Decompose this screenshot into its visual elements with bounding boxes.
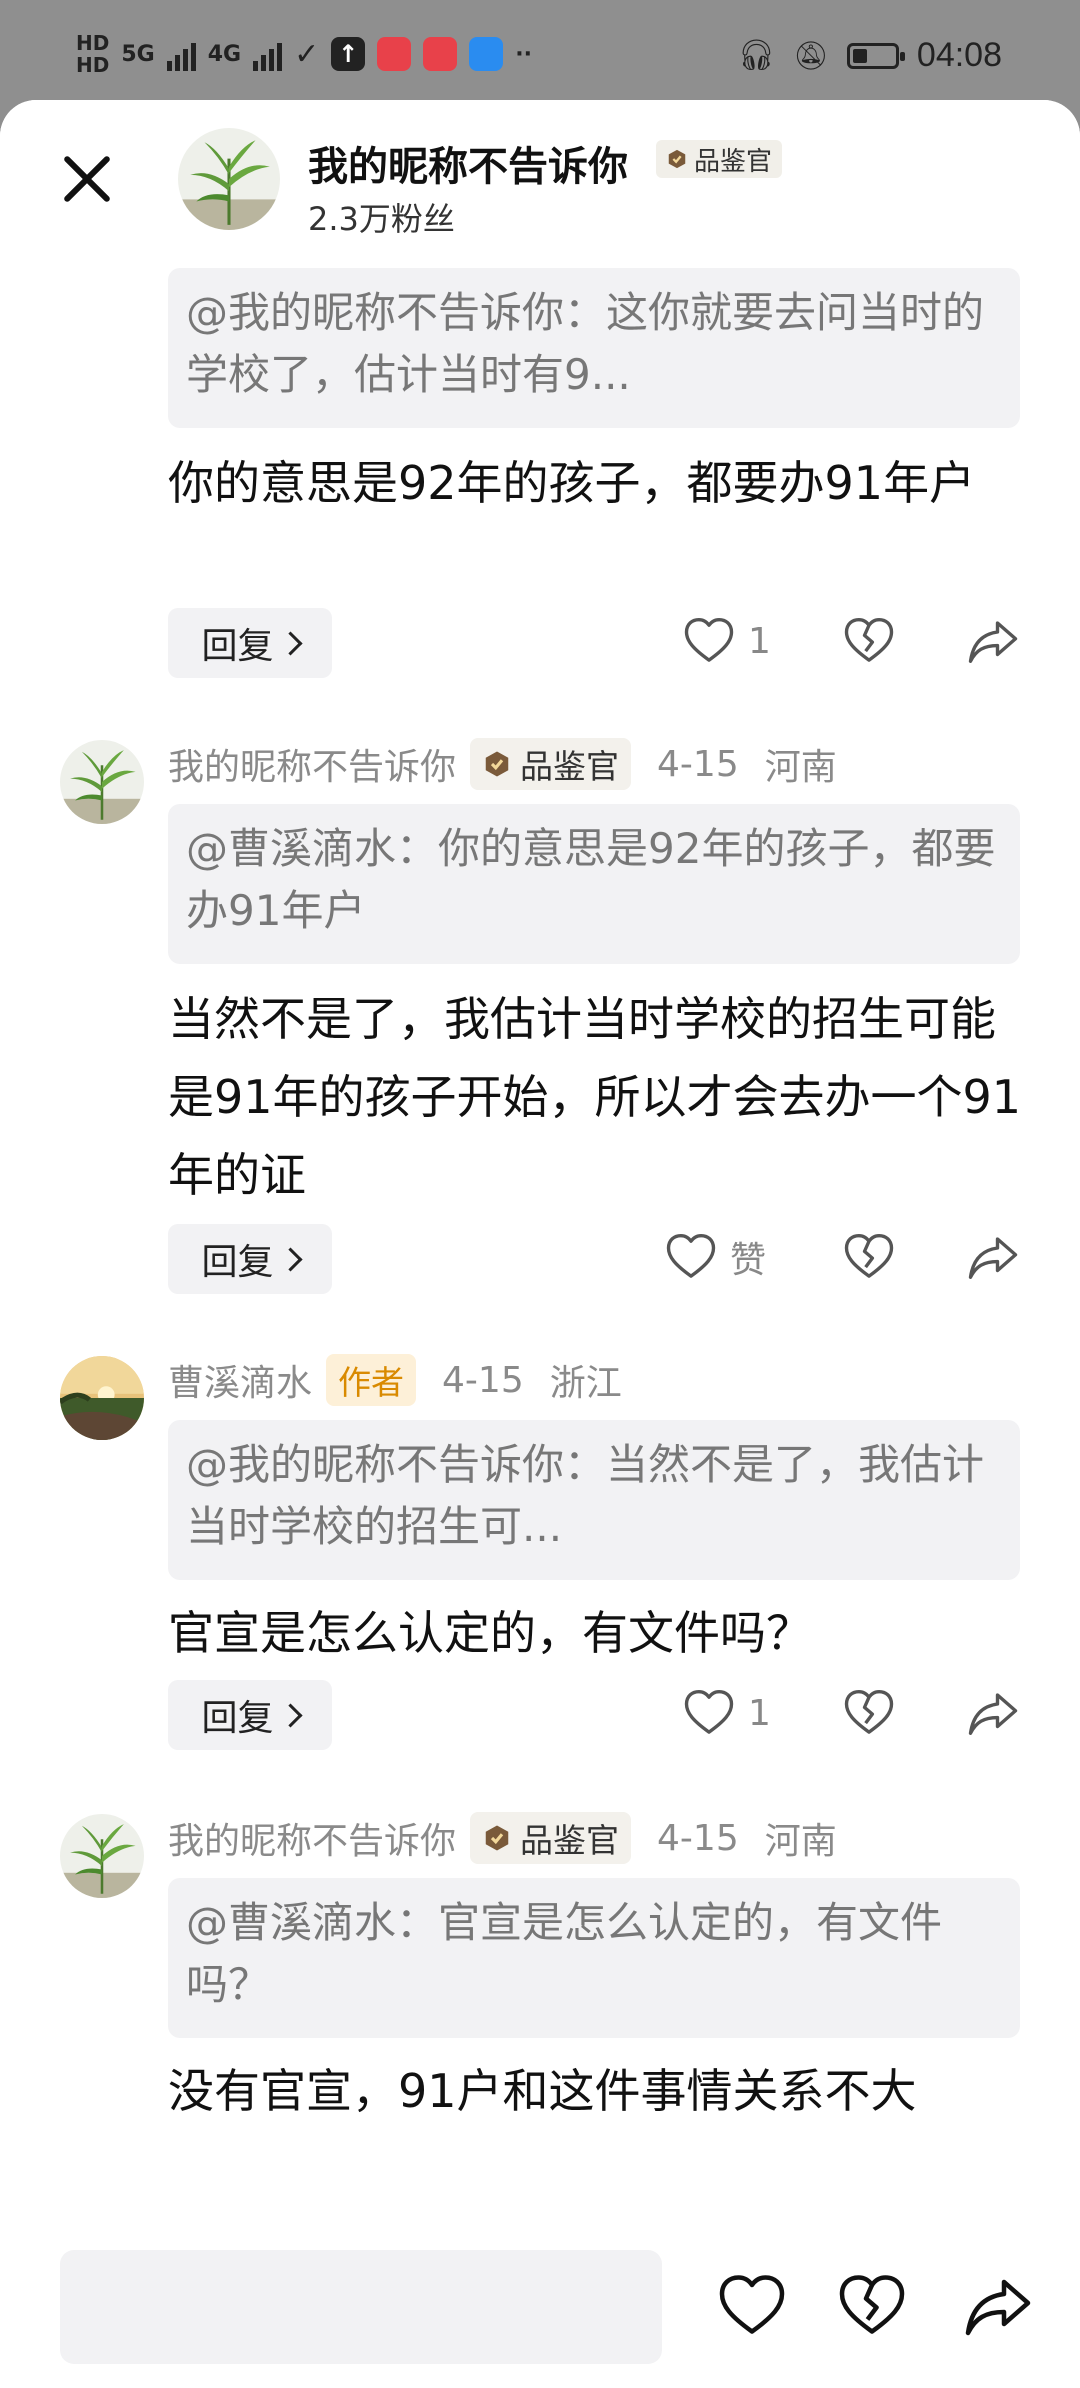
wifi-icon: ✓ xyxy=(294,36,320,72)
comment-location: 河南 xyxy=(764,1821,837,1862)
comment-meta: 曹溪滴水 作者 4-15 浙江 xyxy=(168,1354,622,1406)
signal-icon-2 xyxy=(253,37,283,71)
share-icon[interactable] xyxy=(966,614,1020,668)
comment-date: 4-15 xyxy=(442,1359,524,1401)
quoted-reply: @曹溪滴水：你的意思是92年的孩子，都要办91年户 xyxy=(168,804,1020,964)
comment-input-bar xyxy=(0,2230,1080,2388)
connoisseur-badge: 品鉴官 xyxy=(470,1812,632,1864)
comment-meta: 我的昵称不告诉你 品鉴官 4-15 河南 xyxy=(168,738,837,790)
like-count: 1 xyxy=(748,620,771,662)
avatar[interactable] xyxy=(178,128,280,230)
more-dots-icon: ·· xyxy=(515,41,532,67)
dislike-icon[interactable] xyxy=(842,614,896,668)
battery-icon xyxy=(846,42,905,69)
comment-input[interactable] xyxy=(60,2250,662,2364)
author-badge: 作者 xyxy=(326,1354,417,1406)
connoisseur-badge: 品鉴官 xyxy=(656,140,783,178)
hd-indicator: HD HD xyxy=(76,32,109,76)
status-left: HD HD 5G 4G ✓ ↑ ·· xyxy=(76,32,532,76)
like-button[interactable]: 1 xyxy=(682,1686,771,1740)
chevron-right-icon xyxy=(277,630,303,656)
chevron-right-icon xyxy=(277,1702,303,1728)
share-icon[interactable] xyxy=(962,2270,1034,2342)
comment-text: 官宣是怎么认定的，有文件吗？ xyxy=(168,1606,812,1660)
headphone-icon: 🎧︎ xyxy=(737,38,776,73)
heart-icon xyxy=(682,1686,736,1740)
commenter-name[interactable]: 曹溪滴水 xyxy=(168,1354,312,1406)
mute-bell-icon: 🔕︎ xyxy=(793,39,829,72)
heart-icon[interactable] xyxy=(716,2270,788,2342)
badge-label: 品鉴官 xyxy=(520,747,620,786)
chevron-right-icon xyxy=(277,1246,303,1272)
comment-text: 没有官宣，91户和这件事情关系不大 xyxy=(168,2064,917,2118)
quoted-reply: @我的昵称不告诉你：这你就要去问当时的学校了，估计当时有9... xyxy=(168,268,1020,428)
store-app-icon xyxy=(469,37,504,71)
like-count: 1 xyxy=(748,1692,771,1734)
hd-label-2: HD xyxy=(76,53,110,77)
network-5g: 5G xyxy=(121,41,155,67)
reply-button[interactable]: 回复 xyxy=(168,1680,332,1750)
status-right: 🎧︎ 🔕︎ 04:08 xyxy=(737,36,1002,75)
reply-label: 回复 xyxy=(201,1698,274,1739)
avatar[interactable] xyxy=(60,1814,144,1898)
signal-icon xyxy=(166,37,196,71)
comments-sheet: 我的昵称不告诉你 品鉴官 2.3万粉丝 @我的昵称不告诉你：这你就要去问当时的学… xyxy=(0,100,1080,2388)
dislike-icon[interactable] xyxy=(842,1230,896,1284)
quoted-reply: @我的昵称不告诉你：当然不是了，我估计当时学校的招生可... xyxy=(168,1420,1020,1580)
like-button[interactable]: 1 xyxy=(682,614,771,668)
avatar[interactable] xyxy=(60,1356,144,1440)
badge-label: 品鉴官 xyxy=(520,1821,620,1860)
comment-location: 浙江 xyxy=(549,1363,622,1404)
dislike-icon[interactable] xyxy=(836,2270,908,2342)
hd-label-1: HD xyxy=(76,31,110,55)
reply-label: 回复 xyxy=(201,1242,274,1283)
comment-text: 当然不是了，我估计当时学校的招生可能是91年的孩子开始，所以才会去办一个91年的… xyxy=(168,992,1022,1202)
comment-date: 4-15 xyxy=(657,743,739,785)
fan-count: 2.3万粉丝 xyxy=(308,200,455,238)
comment-text: 你的意思是92年的孩子，都要办91年户 xyxy=(168,456,976,510)
like-button[interactable]: 赞 xyxy=(664,1230,766,1284)
close-icon[interactable] xyxy=(52,144,122,214)
badge-label: 品鉴官 xyxy=(694,146,773,177)
dislike-icon[interactable] xyxy=(842,1686,896,1740)
commenter-name[interactable]: 我的昵称不告诉你 xyxy=(168,738,456,790)
clock: 04:08 xyxy=(916,36,1002,74)
book-app-icon xyxy=(423,37,458,71)
heart-icon xyxy=(664,1230,718,1284)
avatar[interactable] xyxy=(60,740,144,824)
comment-location: 河南 xyxy=(764,747,837,788)
comment-date: 4-15 xyxy=(657,1817,739,1859)
reply-button[interactable]: 回复 xyxy=(168,608,332,678)
heart-icon xyxy=(682,614,736,668)
badge-icon xyxy=(482,749,512,779)
upload-icon: ↑ xyxy=(331,37,366,71)
share-icon[interactable] xyxy=(966,1686,1020,1740)
status-bar: HD HD 5G 4G ✓ ↑ ·· 🎧︎ 🔕︎ 04:08 xyxy=(0,0,1080,110)
reply-button[interactable]: 回复 xyxy=(168,1224,332,1294)
badge-icon xyxy=(482,1823,512,1853)
network-4g: 4G xyxy=(207,41,242,67)
comment-meta: 我的昵称不告诉你 品鉴官 4-15 河南 xyxy=(168,1812,837,1864)
share-icon[interactable] xyxy=(966,1230,1020,1284)
sheet-header: 我的昵称不告诉你 品鉴官 2.3万粉丝 xyxy=(0,100,1080,240)
reply-label: 回复 xyxy=(201,626,274,667)
badge-icon xyxy=(666,148,688,170)
huawei-app-icon xyxy=(377,37,412,71)
author-name[interactable]: 我的昵称不告诉你 xyxy=(308,134,628,192)
like-count: 赞 xyxy=(730,1240,767,1281)
quoted-reply: @曹溪滴水：官宣是怎么认定的，有文件吗？ xyxy=(168,1878,1020,2038)
commenter-name[interactable]: 我的昵称不告诉你 xyxy=(168,1812,456,1864)
connoisseur-badge: 品鉴官 xyxy=(470,738,632,790)
